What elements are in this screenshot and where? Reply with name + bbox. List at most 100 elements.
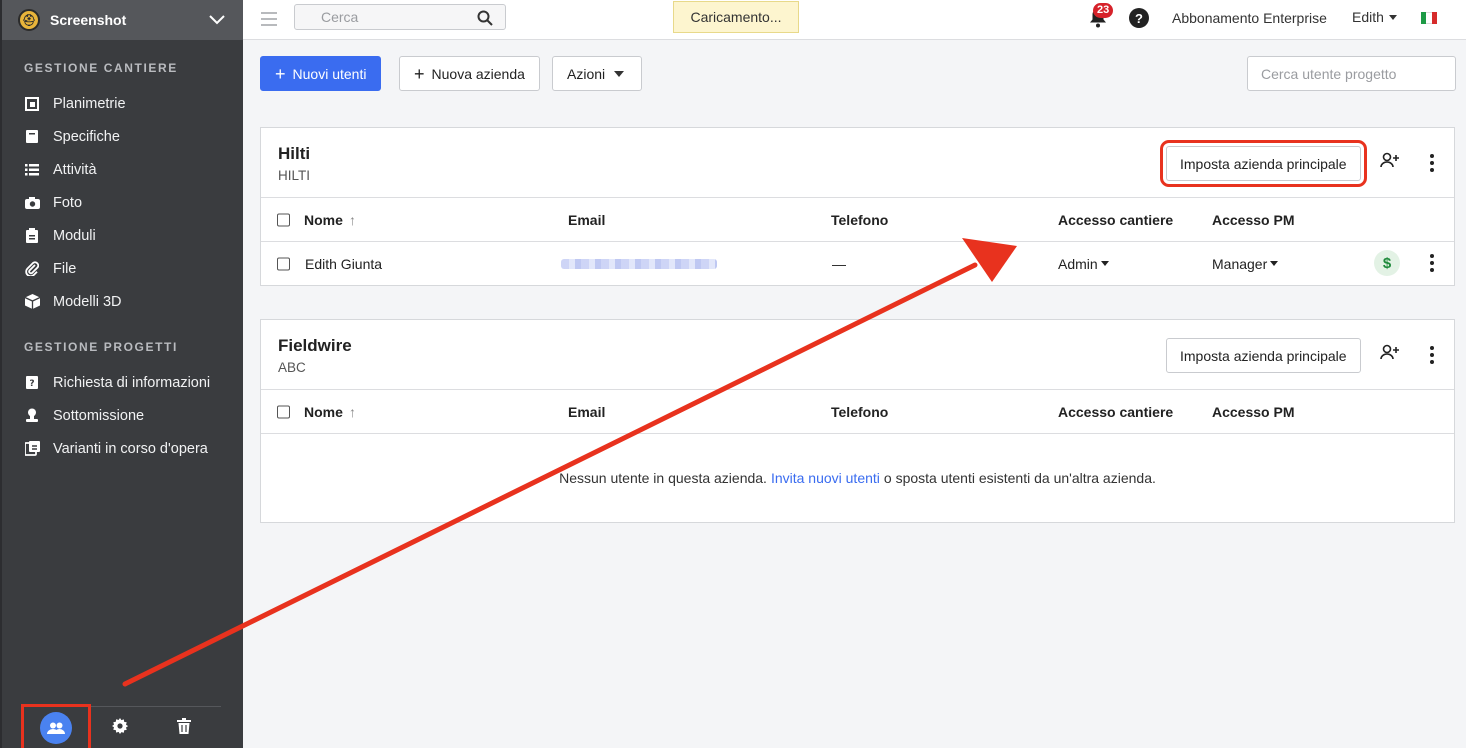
email-blurred <box>561 259 717 269</box>
clipboard-icon <box>24 228 40 244</box>
invite-users-link[interactable]: Invita nuovi utenti <box>771 470 880 486</box>
sidebar-item-moduli[interactable]: Moduli <box>2 219 243 252</box>
caret-down-icon <box>1388 14 1397 20</box>
sort-up-icon[interactable]: ↑ <box>349 404 356 420</box>
empty-text-before: Nessun utente in questa azienda. <box>559 470 767 486</box>
change-order-icon <box>24 441 40 457</box>
camera-icon <box>24 195 40 211</box>
more-options-icon[interactable] <box>1422 153 1442 173</box>
sort-up-icon[interactable]: ↑ <box>349 212 356 228</box>
project-logo-icon: ⛑ <box>18 9 40 31</box>
section-project-management: GESTIONE PROGETTI <box>24 340 178 354</box>
column-site-access: Accesso cantiere <box>1058 403 1174 420</box>
site-access-dropdown[interactable]: Admin <box>1058 256 1109 272</box>
sidebar-item-attivita[interactable]: Attività <box>2 153 243 186</box>
project-user-search-placeholder: Cerca utente progetto <box>1261 65 1397 82</box>
caret-down-icon <box>1100 261 1109 266</box>
gear-icon <box>112 718 129 737</box>
hamburger-menu-icon[interactable] <box>261 12 277 26</box>
subscription-plan-link[interactable]: Abbonamento Enterprise <box>1172 10 1327 26</box>
column-site-access: Accesso cantiere <box>1058 211 1174 228</box>
chevron-down-icon[interactable] <box>207 10 227 30</box>
set-main-company-button[interactable]: Imposta azienda principale <box>1166 338 1361 373</box>
search-icon <box>477 10 493 29</box>
sidebar-item-label: Richiesta di informazioni <box>53 374 211 391</box>
company-code: ABC <box>278 360 306 375</box>
caret-down-icon <box>614 70 625 77</box>
global-search-input[interactable]: Cerca <box>294 4 506 30</box>
section-site-management: GESTIONE CANTIERE <box>24 61 178 75</box>
sidebar-item-varianti[interactable]: Varianti in corso d'opera <box>2 432 243 465</box>
project-user-search-input[interactable]: Cerca utente progetto <box>1247 56 1456 91</box>
plus-icon: + <box>414 63 425 84</box>
new-users-label: Nuovi utenti <box>292 65 367 82</box>
search-placeholder: Cerca <box>321 9 359 25</box>
sidebar-footer <box>21 703 221 748</box>
table-row: Edith Giunta — Admin Manager $ <box>261 242 1454 285</box>
users-icon <box>40 711 72 744</box>
sidebar-item-sottomissione[interactable]: Sottomissione <box>2 399 243 432</box>
cube-icon <box>24 294 40 310</box>
column-pm-access: Accesso PM <box>1212 403 1295 420</box>
user-phone: — <box>832 255 846 272</box>
new-company-button[interactable]: + Nuova azienda <box>399 56 540 91</box>
company-header: Fieldwire ABC Imposta azienda principale <box>261 320 1454 390</box>
sidebar-item-foto[interactable]: Foto <box>2 186 243 219</box>
site-access-value: Admin <box>1058 255 1098 272</box>
caret-down-icon <box>1270 261 1279 266</box>
row-more-options-icon[interactable] <box>1422 253 1442 273</box>
column-phone: Telefono <box>831 403 889 420</box>
settings-button[interactable] <box>88 707 152 748</box>
select-all-checkbox[interactable] <box>277 405 290 418</box>
user-name: Edith Giunta <box>305 255 383 272</box>
column-email: Email <box>568 403 606 420</box>
select-all-checkbox[interactable] <box>277 213 290 226</box>
new-users-button[interactable]: + Nuovi utenti <box>260 56 382 91</box>
empty-state-message: Nessun utente in questa azienda. Invita … <box>261 434 1454 522</box>
column-phone: Telefono <box>831 211 889 228</box>
sidebar-item-label: Planimetrie <box>53 95 126 112</box>
italian-flag-icon[interactable] <box>1421 12 1437 24</box>
empty-text-after: o sposta utenti esistenti da un'altra az… <box>883 470 1156 486</box>
add-user-icon[interactable] <box>1380 152 1400 171</box>
book-question-icon: ? <box>24 375 40 391</box>
sidebar-item-label: Attività <box>53 161 97 178</box>
sidebar: ⛑ Screenshot GESTIONE CANTIERE Planimetr… <box>0 0 243 748</box>
floorplan-icon <box>24 96 40 112</box>
company-card-hilti: Hilti HILTI Imposta azienda principale N… <box>260 127 1455 286</box>
company-code: HILTI <box>278 168 311 183</box>
sidebar-item-modelli-3d[interactable]: Modelli 3D <box>2 285 243 318</box>
svg-text:?: ? <box>29 379 34 389</box>
sidebar-item-specifiche[interactable]: Specifiche <box>2 120 243 153</box>
paperclip-icon <box>24 261 40 277</box>
sidebar-item-label: File <box>53 260 77 277</box>
column-name[interactable]: Nome <box>304 404 343 420</box>
notifications-badge: 23 <box>1093 3 1114 18</box>
pm-access-dropdown[interactable]: Manager <box>1212 255 1279 272</box>
sidebar-item-rfi[interactable]: ? Richiesta di informazioni <box>2 366 243 399</box>
sidebar-item-label: Moduli <box>53 227 96 244</box>
trash-button[interactable] <box>152 707 216 748</box>
new-company-label: Nuova azienda <box>431 65 525 82</box>
add-user-icon[interactable] <box>1380 344 1400 363</box>
loading-indicator: Caricamento... <box>673 1 799 33</box>
actions-dropdown[interactable]: Azioni <box>552 56 642 91</box>
more-options-icon[interactable] <box>1422 345 1442 365</box>
help-icon[interactable]: ? <box>1129 8 1149 28</box>
company-name: Hilti <box>278 144 311 163</box>
column-name[interactable]: Nome <box>304 212 343 228</box>
pm-access-value: Manager <box>1212 255 1268 272</box>
user-menu[interactable]: Edith <box>1352 9 1397 25</box>
column-email: Email <box>568 211 606 228</box>
billing-dollar-icon[interactable]: $ <box>1374 250 1400 276</box>
row-checkbox[interactable] <box>277 257 290 270</box>
person-stamp-icon <box>24 408 40 424</box>
users-button[interactable] <box>21 703 91 748</box>
sidebar-item-file[interactable]: File <box>2 252 243 285</box>
project-switcher[interactable]: ⛑ Screenshot <box>2 0 243 40</box>
sidebar-item-label: Foto <box>53 194 83 211</box>
set-main-company-button[interactable]: Imposta azienda principale <box>1160 140 1367 187</box>
project-name: Screenshot <box>50 12 127 28</box>
sidebar-item-planimetrie[interactable]: Planimetrie <box>2 87 243 120</box>
plus-icon: + <box>275 63 286 84</box>
